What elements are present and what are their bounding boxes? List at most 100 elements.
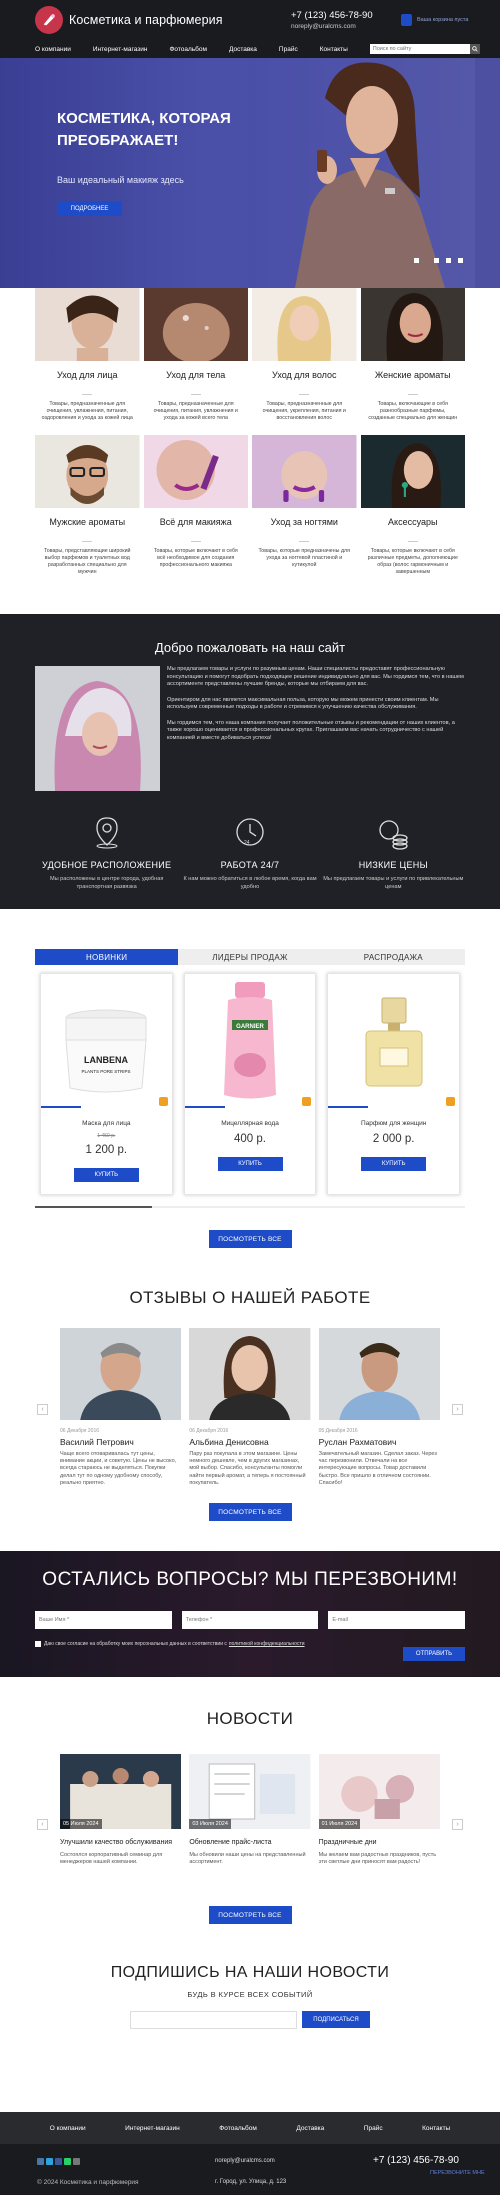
search-button[interactable] xyxy=(469,44,480,54)
email-field[interactable] xyxy=(328,1611,466,1630)
product-card[interactable]: Парфюм для женщин 2 000 р. КУПИТЬ xyxy=(327,973,461,1195)
prev-arrow-icon[interactable]: ‹ xyxy=(37,1404,48,1415)
product-name[interactable]: Мицеллярная вода xyxy=(185,1120,316,1127)
product-image[interactable]: GARNIER xyxy=(185,974,316,1111)
footer-nav-item[interactable]: О компании xyxy=(50,2125,86,2132)
news-image[interactable]: 05 Июля 2024 xyxy=(60,1754,182,1830)
product-name[interactable]: Маска для лица xyxy=(41,1120,172,1127)
category-card[interactable]: Уход для тела Товары, предназначенные дл… xyxy=(143,288,249,431)
privacy-link[interactable]: политикой конфиденциальности xyxy=(229,1641,305,1647)
slider-dots xyxy=(414,258,463,263)
footer-nav: О компании Интернет-магазин Фотоальбом Д… xyxy=(0,2112,500,2144)
divider xyxy=(82,541,93,542)
news-headline[interactable]: Обновление прайс-листа xyxy=(189,1838,310,1847)
review-text: Чаще всего отоваривалась тут цены, внима… xyxy=(60,1451,177,1486)
buy-button[interactable]: КУПИТЬ xyxy=(73,1168,139,1182)
review-author: Василий Петрович xyxy=(60,1437,134,1447)
news-card[interactable]: 03 Июля 2024 Обновление прайс-листа Мы о… xyxy=(189,1754,311,1866)
footer-phone[interactable]: +7 (123) 456-78-90 xyxy=(373,2155,459,2166)
product-name[interactable]: Парфюм для женщин xyxy=(328,1120,459,1127)
review-date: 05 Декабря 2016 xyxy=(318,1428,358,1434)
nav-item-delivery[interactable]: Доставка xyxy=(229,46,257,53)
next-arrow-icon[interactable]: › xyxy=(452,1404,463,1415)
scrollbar-thumb[interactable] xyxy=(35,1206,152,1208)
more-icon[interactable] xyxy=(73,2158,80,2165)
footer-nav-item[interactable]: Доставка xyxy=(296,2125,324,2132)
news-card[interactable]: 05 Июля 2024 Улучшили качество обслужива… xyxy=(60,1754,182,1866)
telegram-icon[interactable] xyxy=(46,2158,53,2165)
news-card[interactable]: 01 Июля 2024 Праздничные дни Мы желаем в… xyxy=(318,1754,440,1866)
category-title[interactable]: Всё для макияжа xyxy=(144,517,249,527)
footer-nav-item[interactable]: Прайс xyxy=(364,2125,383,2132)
category-card[interactable]: Уход за ногтями Товары, которые предназн… xyxy=(252,435,357,578)
phone-field[interactable] xyxy=(181,1611,319,1630)
slider-dot[interactable] xyxy=(446,258,451,263)
about-paragraph: Мы предлагаем товары и услуги по разумны… xyxy=(167,666,464,687)
category-title[interactable]: Мужские ароматы xyxy=(35,517,140,527)
product-card[interactable]: LANBENA PLANTS PORE STRIPS Маска для лиц… xyxy=(40,973,173,1195)
hero-more-button[interactable]: ПОДРОБНЕЕ xyxy=(57,201,122,216)
product-image[interactable]: LANBENA PLANTS PORE STRIPS xyxy=(41,974,172,1111)
vk-icon[interactable] xyxy=(37,2158,44,2165)
name-field[interactable] xyxy=(35,1611,172,1630)
nav-item-contacts[interactable]: Контакты xyxy=(320,46,348,53)
subscribe-email-input[interactable] xyxy=(130,2011,297,2030)
search-input[interactable] xyxy=(369,44,470,54)
category-card[interactable]: Всё для макияжа Товары, которые включают… xyxy=(143,435,249,578)
logo-icon[interactable] xyxy=(35,6,63,34)
tab-new[interactable]: НОВИНКИ xyxy=(35,949,179,965)
site-title[interactable]: Косметика и парфюмерия xyxy=(69,13,291,27)
category-title[interactable]: Женские ароматы xyxy=(361,370,466,380)
prev-arrow-icon[interactable]: ‹ xyxy=(37,1819,48,1831)
slider-dot[interactable] xyxy=(414,258,419,263)
cart-button[interactable]: Ваша корзина пуста xyxy=(401,14,468,26)
review-card: 06 Декабря 2016 Альбина Денисовна Пару р… xyxy=(189,1328,311,1487)
slider-dot[interactable] xyxy=(434,258,439,263)
tab-sale[interactable]: РАСПРОДАЖА xyxy=(321,949,465,965)
category-card[interactable]: Женские ароматы Товары, включающие в себ… xyxy=(360,288,466,431)
show-all-products-button[interactable]: ПОСМОТРЕТЬ ВСЕ xyxy=(208,1230,292,1248)
nav-item-gallery[interactable]: Фотоальбом xyxy=(169,46,207,53)
category-title[interactable]: Аксессуары xyxy=(361,517,466,527)
slider-dot[interactable] xyxy=(458,258,463,263)
facebook-icon[interactable] xyxy=(55,2158,62,2165)
category-title[interactable]: Уход для волос xyxy=(252,370,357,380)
category-title[interactable]: Уход для лица xyxy=(35,370,140,380)
category-title[interactable]: Уход для тела xyxy=(144,370,249,380)
buy-button[interactable]: КУПИТЬ xyxy=(361,1157,427,1171)
category-card[interactable]: Уход для лица Товары, предназначенные дл… xyxy=(35,288,140,431)
footer-nav-item[interactable]: Фотоальбом xyxy=(219,2125,257,2132)
news-headline[interactable]: Праздничные дни xyxy=(319,1838,440,1847)
category-title[interactable]: Уход за ногтями xyxy=(252,517,357,527)
consent-checkbox[interactable] xyxy=(35,1641,41,1648)
subscribe-button[interactable]: ПОДПИСАТЬСЯ xyxy=(302,2011,370,2029)
news-date: 01 Июля 2024 xyxy=(318,1819,361,1830)
cart-icon xyxy=(401,14,412,26)
buy-button[interactable]: КУПИТЬ xyxy=(217,1157,283,1171)
product-image[interactable] xyxy=(328,974,459,1111)
nav-item-about[interactable]: О компании xyxy=(35,46,71,53)
footer-nav-item[interactable]: Интернет-магазин xyxy=(125,2125,180,2132)
whatsapp-icon[interactable] xyxy=(64,2158,71,2165)
news-image[interactable]: 01 Июля 2024 xyxy=(318,1754,440,1830)
show-all-reviews-button[interactable]: ПОСМОТРЕТЬ ВСЕ xyxy=(208,1503,292,1522)
product-scrollbar[interactable] xyxy=(35,1206,465,1208)
show-all-news-button[interactable]: ПОСМОТРЕТЬ ВСЕ xyxy=(208,1906,292,1925)
callback-link[interactable]: ПЕРЕЗВОНИТЕ МНЕ xyxy=(430,2170,485,2176)
nav-item-shop[interactable]: Интернет-магазин xyxy=(93,46,148,53)
category-card[interactable]: Уход для волос Товары, предназначенные д… xyxy=(252,288,357,431)
send-button[interactable]: ОТПРАВИТЬ xyxy=(403,1647,465,1662)
next-arrow-icon[interactable]: › xyxy=(452,1819,463,1831)
footer-nav-item[interactable]: Контакты xyxy=(422,2125,450,2132)
nav-item-price[interactable]: Прайс xyxy=(279,46,298,53)
news-image[interactable]: 03 Июля 2024 xyxy=(189,1754,311,1830)
header-email[interactable]: noreply@uralcms.com xyxy=(291,23,391,30)
category-card[interactable]: Аксессуары Товары, которые включают в се… xyxy=(360,435,466,578)
footer-email[interactable]: noreply@uralcms.com xyxy=(215,2158,275,2164)
news-headline[interactable]: Улучшили качество обслуживания xyxy=(60,1838,181,1847)
category-card[interactable]: Мужские ароматы Товары, представляющие ш… xyxy=(35,435,140,578)
news-summary: Мы желаем вам радостных праздников, пуст… xyxy=(318,1852,437,1866)
header-phone[interactable]: +7 (123) 456-78-90 xyxy=(291,10,391,21)
tab-bestsellers[interactable]: ЛИДЕРЫ ПРОДАЖ xyxy=(178,949,322,965)
product-card[interactable]: GARNIER Мицеллярная вода 400 р. КУПИТЬ xyxy=(183,973,317,1195)
